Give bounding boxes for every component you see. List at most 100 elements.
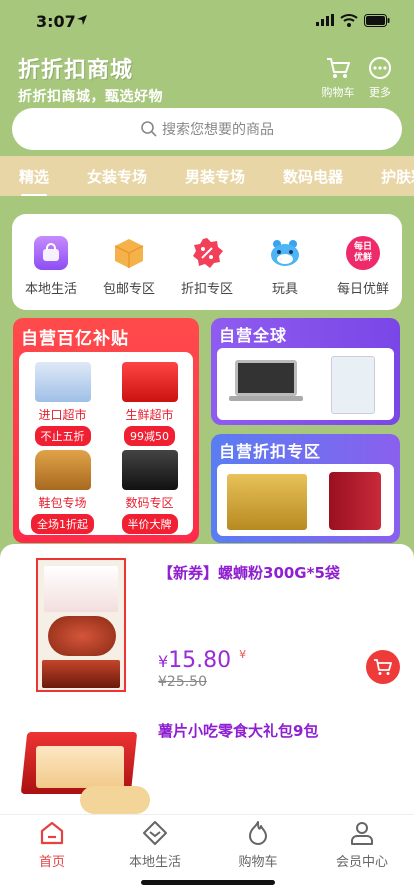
promo-cell-shoes-name: 鞋包专场 bbox=[38, 496, 87, 510]
cart-flame-icon bbox=[249, 821, 267, 845]
subsidy-promo-grid: 进口超市 不止五折 生鲜超市 99减50 鞋包专场 全场1折起 数码专区 半价大… bbox=[19, 352, 193, 535]
camera-image bbox=[121, 450, 178, 490]
laptop-image bbox=[235, 360, 297, 396]
quick-local-life-label: 本地生活 bbox=[24, 282, 77, 297]
tabbar-cart-label: 购物车 bbox=[238, 855, 278, 870]
wifi-icon bbox=[340, 14, 358, 27]
shopping-bag-icon bbox=[34, 236, 68, 270]
discount-promo-images bbox=[217, 464, 394, 536]
home-icon bbox=[40, 821, 64, 845]
product-title[interactable]: 【新券】螺蛳粉300G*5袋 bbox=[158, 562, 340, 583]
quick-discount[interactable]: 折扣专区 bbox=[172, 236, 242, 297]
tab-mens[interactable]: 男装专场 bbox=[166, 166, 264, 187]
tab-featured[interactable]: 精选 bbox=[0, 166, 68, 187]
category-tabs: 精选 女装专场 男装专场 数码电器 护肤彩 bbox=[0, 156, 414, 196]
face-mask-image bbox=[331, 356, 375, 414]
noodle-packets-image bbox=[44, 566, 118, 612]
header-cart-button[interactable]: 购物车 bbox=[318, 56, 358, 100]
header-more-label: 更多 bbox=[369, 86, 391, 99]
battery-icon bbox=[364, 14, 390, 27]
cart-icon bbox=[327, 58, 350, 78]
tabbar-member[interactable]: 会员中心 bbox=[322, 819, 402, 870]
snack-packs-image bbox=[36, 746, 124, 788]
promo-cell-shoes-badge: 全场1折起 bbox=[31, 514, 94, 534]
promo-cell-imported-name: 进口超市 bbox=[38, 408, 87, 422]
box-icon bbox=[112, 236, 146, 270]
quick-free-shipping-label: 包邮专区 bbox=[102, 282, 155, 297]
tabbar-home-label: 首页 bbox=[38, 855, 65, 870]
promo-cell-imported-badge: 不止五折 bbox=[34, 426, 91, 446]
location-arrow-icon bbox=[77, 15, 87, 25]
search-icon bbox=[141, 121, 157, 137]
home-indicator bbox=[141, 880, 275, 885]
subsidy-promo-title: 自营百亿补贴 bbox=[21, 329, 129, 349]
product-image-snail-noodles[interactable] bbox=[36, 558, 126, 692]
product-title[interactable]: 薯片小吃零食大礼包9包 bbox=[158, 720, 318, 741]
quick-discount-label: 折扣专区 bbox=[180, 282, 233, 297]
fresh-icon-text: 每日优鲜 bbox=[353, 242, 372, 263]
quick-daily-fresh-label: 每日优鲜 bbox=[336, 282, 389, 297]
tabbar-member-label: 会员中心 bbox=[335, 855, 388, 870]
discount-icon bbox=[190, 236, 224, 270]
beer-case-image bbox=[227, 474, 307, 530]
search-bar[interactable]: 搜索您想要的商品 bbox=[12, 108, 402, 150]
global-promo-card[interactable]: 自营全球 bbox=[211, 318, 400, 425]
tabbar-local-life-label: 本地生活 bbox=[128, 855, 181, 870]
promo-cell-digital[interactable]: 数码专区 半价大牌 bbox=[106, 444, 193, 534]
status-time: 3:07 bbox=[36, 12, 76, 31]
boot-image bbox=[34, 450, 91, 490]
search-placeholder: 搜索您想要的商品 bbox=[162, 122, 274, 138]
user-icon bbox=[351, 822, 373, 845]
promo-cell-fresh[interactable]: 生鲜超市 99减50 bbox=[106, 356, 193, 446]
global-promo-title: 自营全球 bbox=[219, 326, 288, 345]
price-suffix: ¥ bbox=[239, 648, 247, 661]
app-subtitle: 折折扣商城，甄选好物 bbox=[18, 89, 163, 105]
tabbar-home[interactable]: 首页 bbox=[12, 819, 92, 870]
promo-cell-shoes[interactable]: 鞋包专场 全场1折起 bbox=[19, 444, 106, 534]
cart-icon bbox=[374, 659, 392, 675]
subsidy-promo-card[interactable]: 自营百亿补贴 进口超市 不止五折 生鲜超市 99减50 鞋包专场 全场1折起 数… bbox=[13, 318, 199, 543]
original-price: ¥25.50 bbox=[158, 674, 207, 690]
app-screen: 3:07 折折扣商城 折折扣商城，甄选好物 购物车 更多 搜索您想要的商品 精选… bbox=[0, 0, 414, 896]
local-life-icon bbox=[143, 821, 167, 845]
header-more-button[interactable]: 更多 bbox=[360, 56, 400, 100]
status-bar: 3:07 bbox=[0, 0, 414, 44]
fresh-icon: 每日优鲜 bbox=[346, 236, 380, 270]
discount-promo-title: 自营折扣专区 bbox=[219, 442, 322, 461]
cellular-signal-icon bbox=[316, 14, 334, 26]
laptop-base-image bbox=[229, 396, 303, 401]
promo-cell-digital-badge: 半价大牌 bbox=[121, 514, 178, 534]
product-image-snack-gift[interactable] bbox=[20, 716, 150, 814]
add-to-cart-button[interactable] bbox=[366, 650, 400, 684]
chips-image bbox=[80, 786, 150, 814]
skincare-bottles-image bbox=[329, 472, 381, 530]
global-promo-images bbox=[217, 348, 394, 420]
noodle-detail-image bbox=[42, 660, 120, 688]
promo-cell-digital-name: 数码专区 bbox=[125, 496, 174, 510]
quick-entry-panel: 本地生活 包邮专区 折扣专区 玩具 每日优鲜 每日优鲜 bbox=[12, 214, 402, 310]
tab-skincare[interactable]: 护肤彩 bbox=[362, 166, 414, 187]
product-price: ¥15.80 ¥ bbox=[158, 648, 246, 673]
price-value: 15.80 bbox=[168, 648, 232, 673]
quick-daily-fresh[interactable]: 每日优鲜 每日优鲜 bbox=[328, 236, 398, 297]
tabbar-local-life[interactable]: 本地生活 bbox=[115, 819, 195, 870]
noodle-pack-image bbox=[121, 362, 178, 402]
discount-promo-card[interactable]: 自营折扣专区 bbox=[211, 434, 400, 543]
app-title: 折折扣商城 bbox=[18, 58, 134, 83]
brand-block: 折折扣商城 折折扣商城，甄选好物 bbox=[18, 52, 163, 106]
promo-cell-fresh-badge: 99减50 bbox=[124, 426, 175, 446]
price-currency: ¥ bbox=[158, 652, 169, 671]
quick-free-shipping[interactable]: 包邮专区 bbox=[94, 236, 164, 297]
quick-local-life[interactable]: 本地生活 bbox=[16, 236, 86, 297]
tab-womens[interactable]: 女装专场 bbox=[68, 166, 166, 187]
promo-cell-imported[interactable]: 进口超市 不止五折 bbox=[19, 356, 106, 446]
product-list: 【新券】螺蛳粉300G*5袋 ¥15.80 ¥ ¥25.50 薯片小吃零食大礼包9… bbox=[0, 544, 414, 814]
quick-toys-label: 玩具 bbox=[271, 282, 298, 297]
tab-digital[interactable]: 数码电器 bbox=[264, 166, 362, 187]
header-cart-label: 购物车 bbox=[321, 86, 355, 99]
quick-toys[interactable]: 玩具 bbox=[250, 236, 320, 297]
noodle-bowl-image bbox=[48, 616, 116, 656]
tabbar-cart[interactable]: 购物车 bbox=[218, 819, 298, 870]
toy-icon bbox=[268, 236, 302, 270]
milk-boxes-image bbox=[34, 362, 91, 402]
